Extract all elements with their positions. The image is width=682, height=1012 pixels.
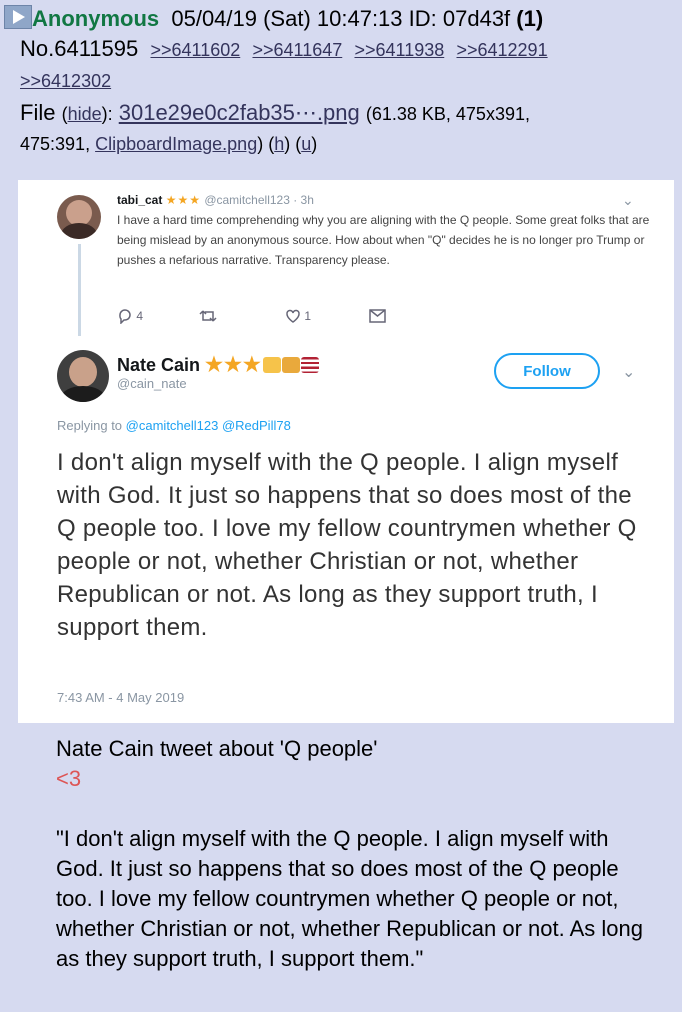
tweet-2-date: 7:43 AM - 4 May 2019 [57, 690, 185, 705]
reply-link[interactable]: >>6412291 [456, 40, 547, 60]
file-name-link[interactable]: 301e29e0c2fab35⋯.png [119, 100, 360, 125]
reply-link[interactable]: >>6411602 [150, 40, 240, 60]
dm-action[interactable] [369, 308, 386, 323]
post-header: Anonymous 05/04/19 (Sat) 10:47:13 ID: 07… [0, 4, 682, 159]
file-label: File [20, 100, 56, 125]
thread-line [78, 244, 81, 336]
us-flag-icon [300, 357, 319, 373]
envelope-icon [369, 309, 386, 323]
expand-arrow-icon[interactable] [4, 5, 32, 29]
tweet-1-username: tabi_cat [117, 193, 163, 207]
comment-title: Nate Cain tweet about 'Q people' [56, 736, 378, 761]
chevron-down-icon[interactable]: ⌄ [622, 192, 634, 209]
u-link[interactable]: u [301, 134, 311, 154]
retweet-action[interactable] [199, 308, 217, 324]
id-post-count: (1) [516, 6, 544, 31]
clipboard-name-link[interactable]: ClipboardImage.png [95, 134, 257, 154]
post-comment: Nate Cain tweet about 'Q people' <3 "I d… [56, 734, 656, 974]
file-meta: (61.38 KB, 475x391, [365, 104, 530, 124]
heart-text: <3 [56, 766, 82, 791]
tweet-1-actions: 4 1 [117, 308, 417, 328]
reply-count: 4 [136, 309, 144, 323]
file-ratio: 475:391, [20, 134, 91, 154]
reply-link[interactable]: >>6411938 [354, 40, 444, 60]
tweet-2-name: Nate Cain [117, 355, 201, 375]
post-date: 05/04/19 (Sat) 10:47:13 [171, 6, 403, 31]
tweet-1-text: I have a hard time comprehending why you… [117, 213, 650, 267]
lion-icon [281, 357, 300, 373]
retweet-icon [199, 310, 217, 322]
reply-link[interactable]: >>6412302 [20, 71, 111, 91]
hide-link[interactable]: hide [68, 104, 102, 124]
tweet-2-text: I don't align myself with the Q people. … [57, 449, 637, 641]
tweet-1-stars: ★★★ [165, 193, 201, 207]
tweet-1-handle-time: @camitchell123 · 3h [204, 193, 314, 207]
heart-icon [286, 309, 300, 323]
reply-link[interactable]: >>6411647 [252, 40, 342, 60]
follow-button[interactable]: Follow [494, 353, 600, 389]
comment-quote: "I don't align myself with the Q people.… [56, 826, 643, 971]
like-count: 1 [304, 309, 312, 323]
replying-to: Replying to @camitchell123 @RedPill78 [57, 418, 291, 433]
tweet-2-author: Nate Cain ★★★ [117, 352, 319, 377]
reply-action[interactable]: 4 [117, 308, 144, 325]
tweet-1: tabi_cat ★★★ @camitchell123 · 3h I have … [117, 190, 657, 270]
nate-cain-avatar [57, 350, 109, 402]
tabi-cat-avatar [57, 195, 101, 239]
like-action[interactable]: 1 [285, 308, 311, 324]
poster-name: Anonymous [32, 6, 160, 31]
chevron-down-icon[interactable]: ⌄ [622, 362, 635, 382]
tweet-2-stars: ★★★ [205, 354, 262, 376]
replying-handles[interactable]: @camitchell123 @RedPill78 [126, 418, 291, 433]
praying-hands-icon [262, 357, 281, 373]
post-number[interactable]: No.6411595 [20, 36, 138, 61]
attached-screenshot[interactable]: tabi_cat ★★★ @camitchell123 · 3h I have … [18, 180, 674, 723]
h-link[interactable]: h [274, 134, 284, 154]
tweet-2-handle: @cain_nate [117, 376, 187, 391]
reply-icon [119, 309, 131, 325]
replying-prefix: Replying to [57, 418, 123, 433]
poster-id[interactable]: ID: 07d43f [409, 6, 511, 31]
